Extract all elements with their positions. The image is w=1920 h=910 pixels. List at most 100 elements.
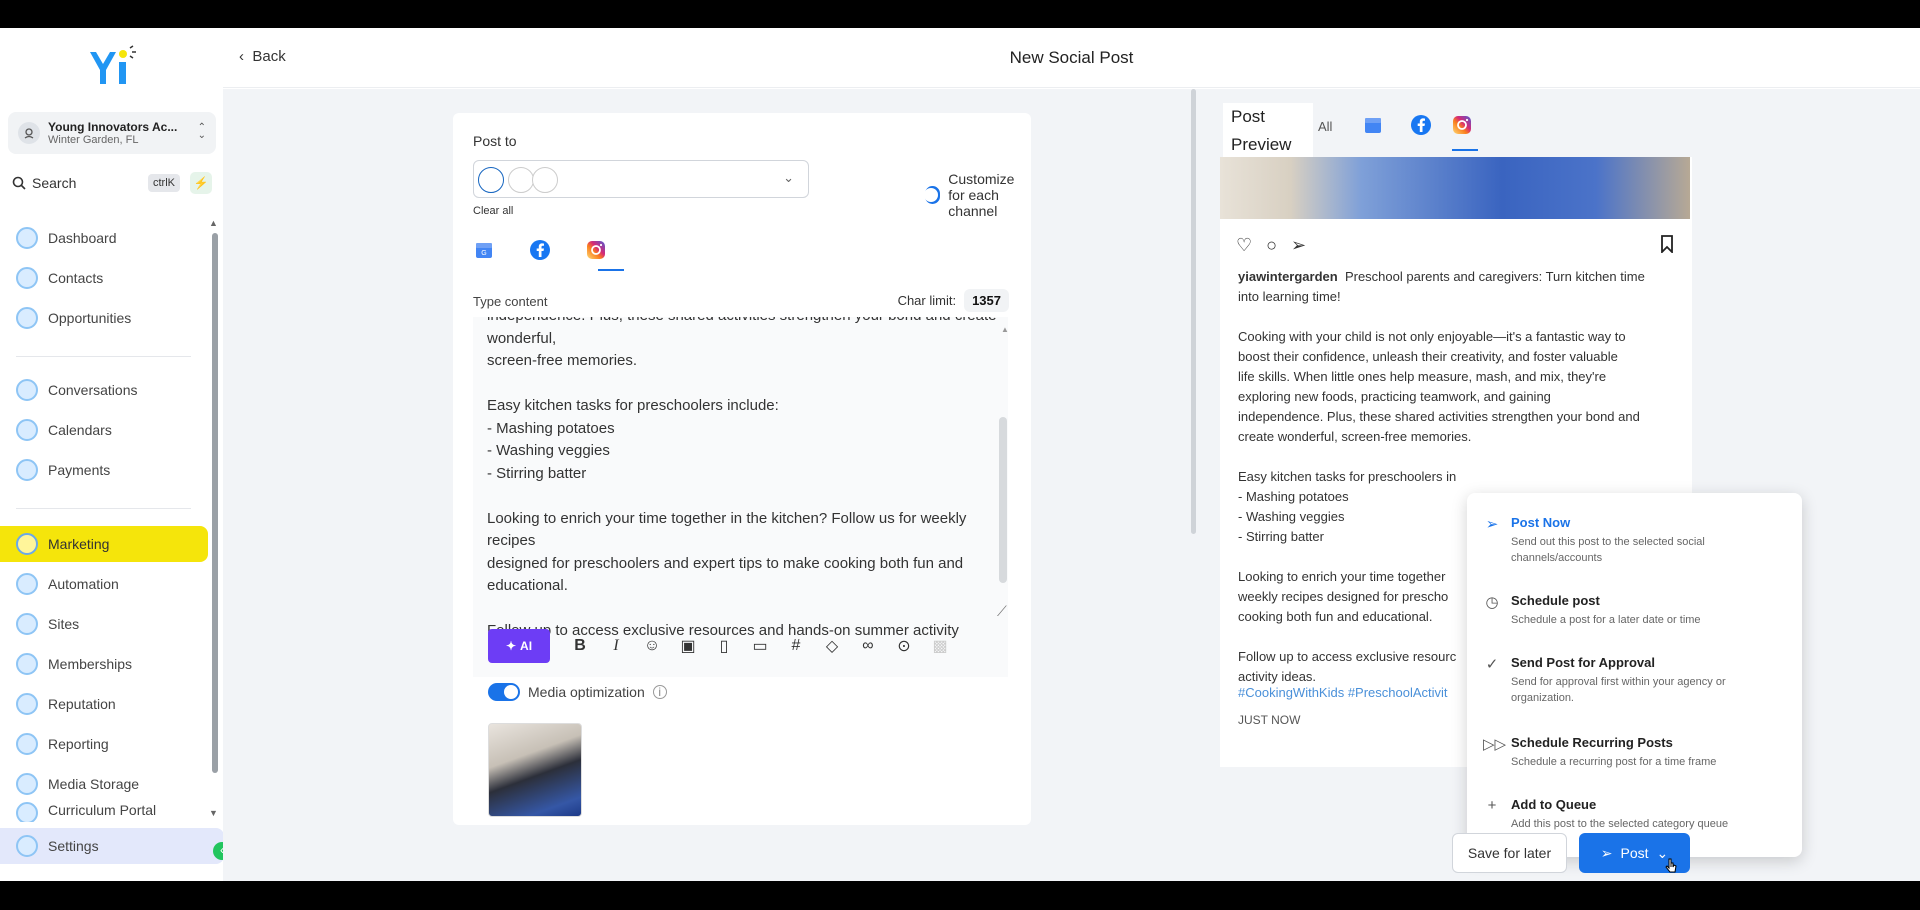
resize-handle-icon[interactable]: ⟋	[997, 603, 1007, 620]
char-limit: Char limit: 1357	[898, 289, 1009, 312]
account-selector[interactable]: ⌄	[473, 160, 809, 198]
sidebar-item-memberships[interactable]: Memberships	[0, 646, 208, 682]
preview-title: Post Preview	[1223, 103, 1313, 159]
scroll-up-arrow[interactable]: ▲	[209, 218, 218, 228]
google-business-icon[interactable]: G	[469, 235, 499, 265]
search-icon	[12, 176, 26, 190]
account-avatar	[478, 167, 504, 193]
marketing-icon	[16, 533, 38, 555]
sidebar-item-settings[interactable]: Settings	[0, 828, 224, 864]
sidebar-item-label: Calendars	[48, 422, 112, 438]
tag-icon[interactable]: ◇	[814, 636, 850, 656]
media-optimization-label: Media optimization	[528, 684, 645, 700]
send-icon: ➢	[1600, 844, 1613, 861]
media-optimization-toggle[interactable]: Media optimization i	[488, 683, 667, 701]
sidebar-item-label: Settings	[48, 838, 99, 854]
bold-icon[interactable]: B	[562, 637, 598, 655]
customize-label: Customize for each channel	[948, 171, 1015, 219]
memberships-icon	[16, 653, 38, 675]
page-title: New Social Post	[1009, 48, 1134, 67]
gear-icon	[16, 835, 38, 857]
facebook-icon[interactable]	[1410, 114, 1432, 139]
sidebar-item-reputation[interactable]: Reputation	[0, 686, 208, 722]
sidebar-item-reporting[interactable]: Reporting	[0, 726, 208, 762]
sidebar-item-media-storage[interactable]: Media Storage	[0, 766, 208, 802]
post-editor-card: Post to ⌄ Clear all Customize for each c…	[453, 113, 1031, 825]
sidebar-item-dashboard[interactable]: Dashboard	[0, 220, 208, 256]
instagram-icon[interactable]	[1452, 115, 1472, 138]
send-icon: ➢	[1291, 235, 1307, 255]
menu-item-description: Add this post to the selected category q…	[1511, 818, 1729, 830]
hashtag-icon[interactable]: #	[778, 637, 814, 655]
scroll-up-arrow[interactable]: ▲	[1001, 325, 1009, 334]
clear-all-link[interactable]: Clear all	[473, 205, 513, 217]
content-text[interactable]: independence. Plus, these shared activit…	[487, 317, 997, 677]
sidebar-item-label: Contacts	[48, 270, 104, 286]
google-business-icon[interactable]	[1363, 115, 1383, 138]
menu-item-schedule-recurring[interactable]: ▷▷ Schedule Recurring Posts Schedule a r…	[1483, 735, 1783, 795]
scroll-down-arrow[interactable]: ▼	[209, 808, 218, 818]
sidebar-item-label: Reporting	[48, 736, 109, 752]
post-image	[1220, 157, 1690, 219]
reporting-icon	[16, 733, 38, 755]
location-switcher[interactable]: Young Innovators Ac... Winter Garden, FL…	[8, 112, 216, 154]
post-timestamp: JUST NOW	[1238, 713, 1301, 727]
sidebar-item-curriculum-portal[interactable]: Curriculum Portal	[0, 802, 208, 822]
save-for-later-button[interactable]: Save for later	[1452, 833, 1567, 873]
emoji-icon[interactable]: ☺	[634, 637, 670, 655]
location-icon[interactable]: ⊙	[886, 636, 922, 656]
back-button[interactable]: ‹ Back	[239, 48, 286, 65]
media-thumbnail[interactable]	[488, 723, 582, 817]
location-pin-icon	[18, 122, 40, 144]
sidebar-item-calendars[interactable]: Calendars	[0, 412, 208, 448]
sidebar-scrollbar[interactable]	[212, 233, 218, 773]
customize-toggle[interactable]: Customize for each channel	[924, 171, 1031, 219]
italic-icon[interactable]: I	[598, 637, 634, 655]
sites-icon	[16, 613, 38, 635]
dashboard-icon	[16, 227, 38, 249]
post-to-label: Post to	[473, 133, 517, 149]
heart-icon: ♡	[1236, 235, 1253, 255]
char-limit-label: Char limit:	[897, 293, 957, 308]
content-textarea[interactable]: independence. Plus, these shared activit…	[473, 317, 1008, 677]
video-icon[interactable]: ▭	[742, 636, 778, 656]
toggle-switch[interactable]	[924, 186, 941, 204]
facebook-icon[interactable]	[525, 235, 555, 265]
automation-icon	[16, 573, 38, 595]
sidebar-item-label: Media Storage	[48, 776, 140, 792]
instagram-icon[interactable]	[581, 235, 611, 265]
logo	[90, 45, 136, 84]
sidebar-item-label: Opportunities	[48, 310, 132, 326]
quick-action-bolt-icon[interactable]: ⚡	[190, 172, 212, 194]
post-username: yiawintergarden	[1238, 269, 1338, 284]
sidebar-item-payments[interactable]: Payments	[0, 452, 208, 488]
app-window: Young Innovators Ac... Winter Garden, FL…	[0, 28, 1920, 881]
sidebar-item-opportunities[interactable]: Opportunities	[0, 300, 208, 336]
pane-divider[interactable]	[1191, 89, 1196, 534]
menu-item-post-now[interactable]: ➢ Post Now Send out this post to the sel…	[1483, 515, 1783, 575]
text-style-icon[interactable]: ▩	[922, 636, 958, 656]
sidebar-item-sites[interactable]: Sites	[0, 606, 208, 642]
content-scrollbar[interactable]	[999, 417, 1007, 583]
calendar-icon	[16, 419, 38, 441]
search-label: Search	[32, 175, 77, 191]
post-label: Post	[1620, 845, 1649, 861]
account-avatar	[508, 167, 534, 193]
menu-item-schedule-post[interactable]: ◷ Schedule post Schedule a post for a la…	[1483, 593, 1783, 653]
menu-item-send-for-approval[interactable]: ✓ Send Post for Approval Send for approv…	[1483, 655, 1783, 715]
image-icon[interactable]: ▣	[670, 636, 706, 656]
link-icon[interactable]: ∞	[850, 637, 886, 655]
selected-channel-indicator	[598, 269, 624, 271]
preview-header: Post Preview All	[1213, 89, 1668, 159]
back-label: Back	[252, 48, 286, 65]
sidebar-item-marketing[interactable]: Marketing	[0, 526, 208, 562]
toggle-switch[interactable]	[488, 683, 520, 701]
sidebar-item-contacts[interactable]: Contacts	[0, 260, 208, 296]
tab-all[interactable]: All	[1318, 119, 1332, 134]
sidebar-item-automation[interactable]: Automation	[0, 566, 208, 602]
search-bar[interactable]: Search ctrlK ⚡	[12, 170, 212, 196]
file-icon[interactable]: ▯	[706, 636, 742, 656]
info-icon[interactable]: i	[652, 685, 667, 699]
ai-button[interactable]: ✦ AI	[488, 629, 550, 663]
sidebar-item-conversations[interactable]: Conversations	[0, 372, 208, 408]
